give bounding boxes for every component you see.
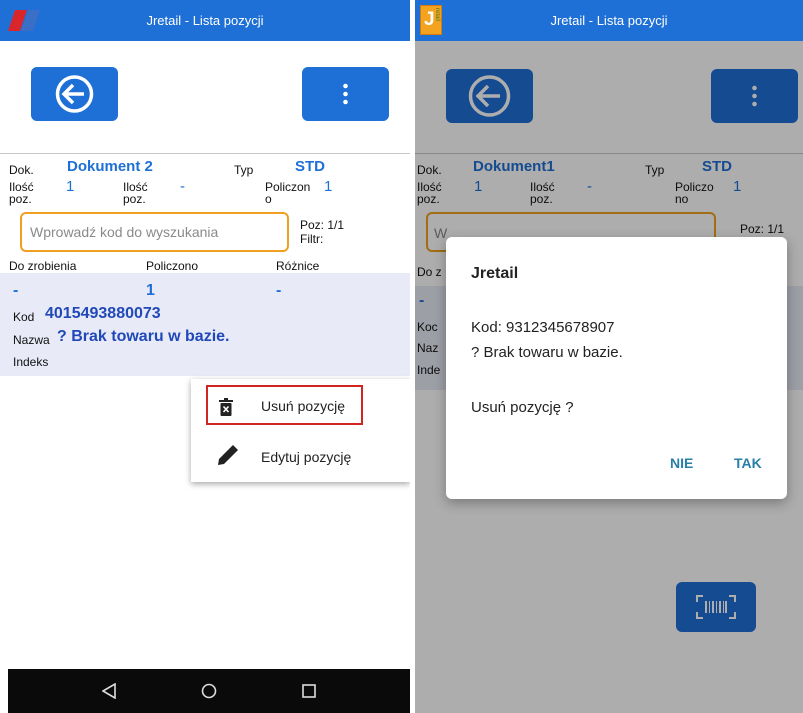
document-name: Dokument 2 <box>67 158 153 175</box>
arrow-left-icon <box>55 75 94 113</box>
kod-label: Kod <box>13 310 35 324</box>
do-zrobienia-value: - <box>13 282 19 299</box>
typ-value: STD <box>295 158 325 175</box>
app-title: Jretail - Lista pozycji <box>550 13 668 28</box>
context-menu: Usuń pozycję Edytuj pozycję <box>191 379 410 482</box>
title-bar: Jretail - Lista pozycji <box>0 0 410 41</box>
policzono-row-value: 1 <box>146 282 155 299</box>
confirm-dialog: Jretail Kod: 9312345678907 ? Brak towaru… <box>446 237 787 499</box>
menu-item-delete[interactable]: Usuń pozycję <box>191 384 410 430</box>
header-do-zrobienia: Do zrobienia <box>9 259 77 273</box>
kod-value: 4015493880073 <box>45 305 161 322</box>
typ-label: Typ <box>234 163 254 177</box>
recents-nav-icon[interactable] <box>302 684 316 698</box>
dok-label: Dok. <box>9 163 34 177</box>
dialog-question: Usuń pozycję ? <box>471 399 574 416</box>
delete-label: Usuń pozycję <box>261 398 346 414</box>
more-vert-icon <box>343 83 348 105</box>
yes-button[interactable]: TAK <box>734 455 762 471</box>
policzono-value: 1 <box>324 178 333 195</box>
poz-counter: Poz: 1/1 <box>300 218 345 232</box>
search-input[interactable] <box>22 214 287 250</box>
back-button[interactable] <box>31 67 118 121</box>
app-title: Jretail - Lista pozycji <box>146 13 264 28</box>
separator <box>0 153 410 154</box>
edit-label: Edytuj pozycję <box>261 449 352 465</box>
indeks-label: Indeks <box>13 355 49 369</box>
header-policzono: Policzono <box>146 259 199 273</box>
dialog-title: Jretail <box>471 265 519 282</box>
left-screen: Jretail - Lista pozycji Dok. Dokument 2 … <box>0 0 410 713</box>
dialog-name-line: ? Brak towaru w bazie. <box>471 344 623 361</box>
roznice-value: - <box>276 282 282 299</box>
title-bar: J retail Jretail - Lista pozycji <box>415 0 803 41</box>
search-field[interactable] <box>20 212 289 252</box>
menu-item-edit[interactable]: Edytuj pozycję <box>191 435 410 481</box>
list-item[interactable]: - 1 - Kod 4015493880073 Nazwa ? Brak tow… <box>0 273 410 376</box>
pencil-icon <box>218 445 238 465</box>
nazwa-value: ? Brak towaru w bazie. <box>57 328 230 345</box>
ilosc-poz-value-2: - <box>180 178 185 195</box>
right-screen: J retail Jretail - Lista pozycji Dok. Do… <box>415 0 803 713</box>
back-nav-icon[interactable] <box>102 683 116 699</box>
ilosc-poz-value: 1 <box>66 178 75 195</box>
policzono-label: Policzono <box>265 180 311 206</box>
nazwa-label: Nazwa <box>13 333 50 347</box>
ilosc-poz-label: Ilość poz. <box>9 180 34 206</box>
no-button[interactable]: NIE <box>670 455 693 471</box>
trash-icon <box>219 398 233 416</box>
more-menu-button[interactable] <box>302 67 389 121</box>
ilosc-poz-label-2: Ilość poz. <box>123 180 148 206</box>
header-roznice: Różnice <box>276 259 320 273</box>
dialog-kod-line: Kod: 9312345678907 <box>471 319 615 336</box>
filtr-label: Filtr: <box>300 232 324 246</box>
android-nav-bar <box>8 669 410 713</box>
home-nav-icon[interactable] <box>201 683 217 699</box>
